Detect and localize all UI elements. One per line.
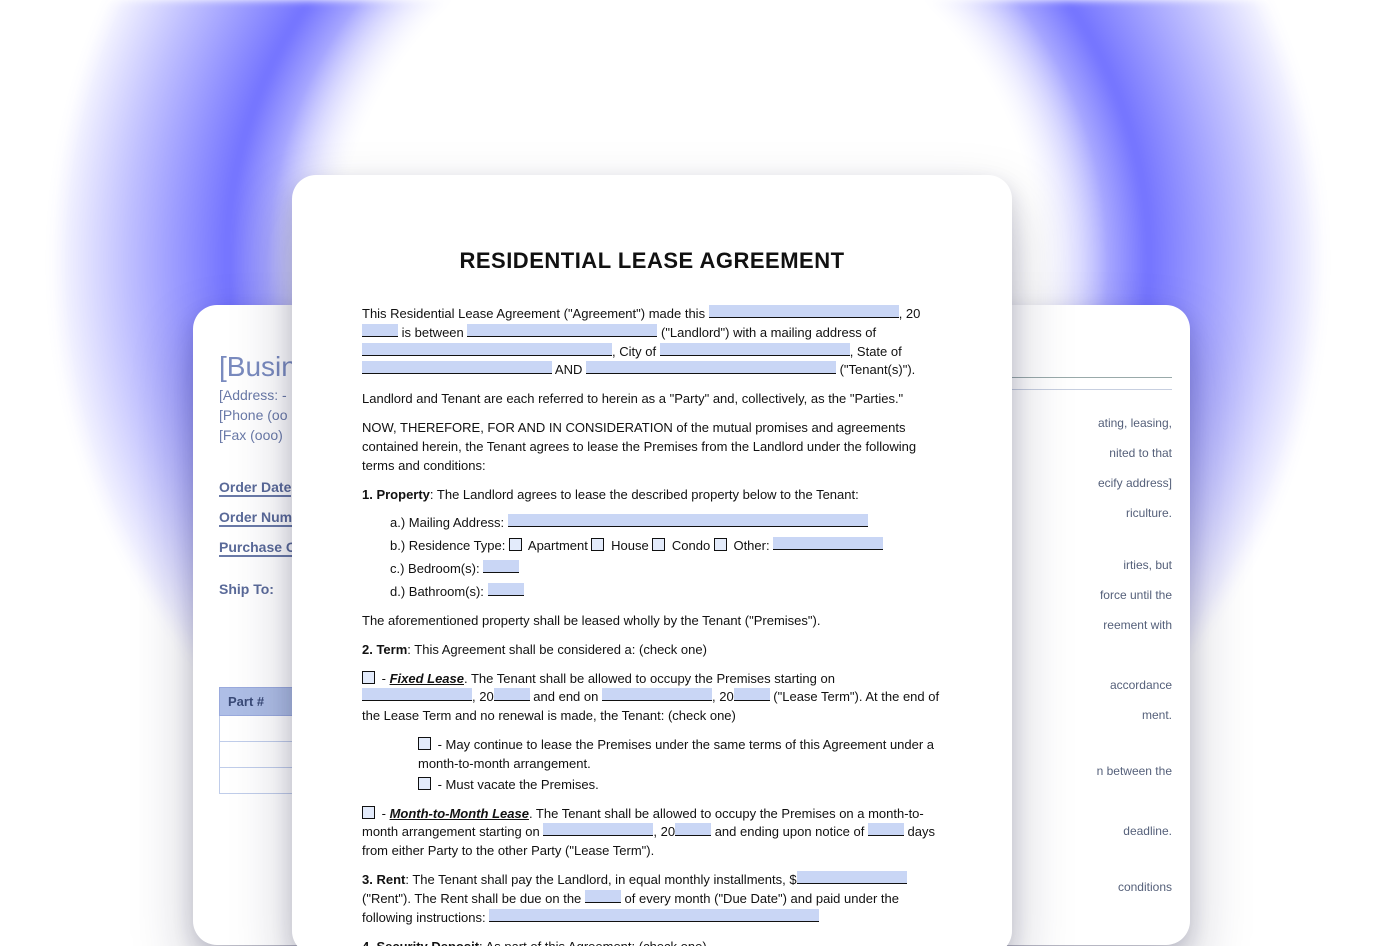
lease-now-therefore: NOW, THEREFORE, FOR AND IN CONSIDERATION… <box>362 419 942 476</box>
lease-1d: d.) Bathroom(s): <box>390 583 942 602</box>
lease-fixed: - Fixed Lease. The Tenant shall be allow… <box>362 670 942 727</box>
lease-premises: The aforementioned property shall be lea… <box>362 612 942 631</box>
po-order-date-label: Order Date <box>219 479 291 497</box>
po-purchase-order-label: Purchase O <box>219 539 297 557</box>
lease-section-2: 2. Term: This Agreement shall be conside… <box>362 641 942 660</box>
lease-parties: Landlord and Tenant are each referred to… <box>362 390 942 409</box>
lease-1c: c.) Bedroom(s): <box>390 560 942 579</box>
lease-agreement-card: RESIDENTIAL LEASE AGREEMENT This Residen… <box>292 175 1012 946</box>
lease-m2m: - Month-to-Month Lease. The Tenant shall… <box>362 805 942 862</box>
lease-1b: b.) Residence Type: Apartment House Cond… <box>390 537 942 556</box>
lease-section-1: 1. Property: The Landlord agrees to leas… <box>362 486 942 505</box>
lease-section-4: 4. Security Deposit: As part of this Agr… <box>362 938 942 946</box>
po-order-num-label: Order Num <box>219 509 292 527</box>
lease-title: RESIDENTIAL LEASE AGREEMENT <box>362 245 942 277</box>
lease-section-3: 3. Rent: The Tenant shall pay the Landlo… <box>362 871 942 928</box>
lease-fixed-opt-a: - May continue to lease the Premises und… <box>418 736 942 774</box>
lease-intro: This Residential Lease Agreement ("Agree… <box>362 305 942 380</box>
lease-1a: a.) Mailing Address: <box>390 514 942 533</box>
lease-fixed-opt-b: - Must vacate the Premises. <box>418 776 942 795</box>
